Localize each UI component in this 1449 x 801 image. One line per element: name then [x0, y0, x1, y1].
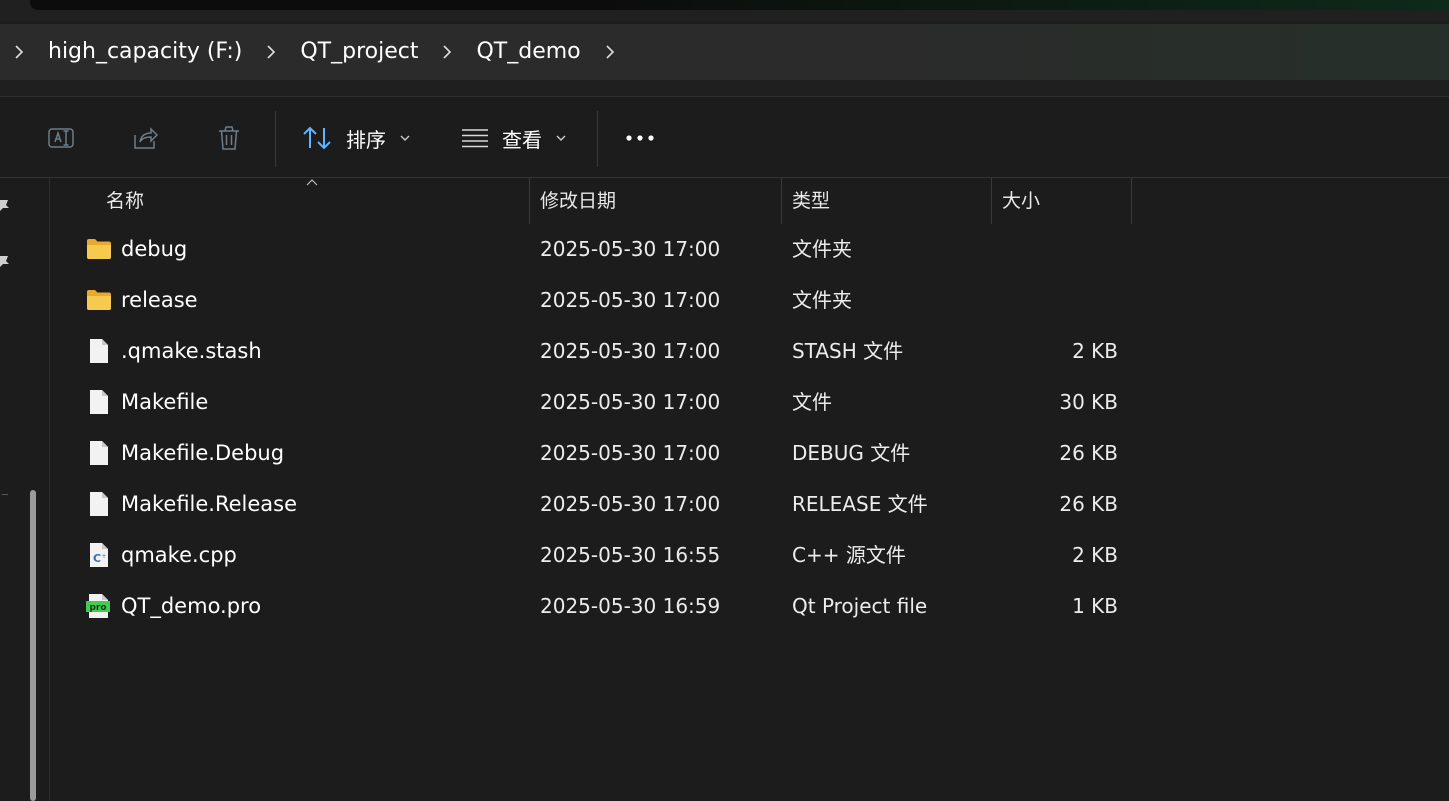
sort-label: 排序: [346, 127, 386, 152]
window-top-strip: [0, 0, 1449, 22]
file-modified: 2025-05-30 17:00: [540, 339, 721, 363]
file-size: 2 KB: [1072, 339, 1118, 363]
file-name: debug: [121, 237, 188, 261]
table-row[interactable]: Makefile.Release 2025-05-30 17:00 RELEAS…: [50, 479, 1160, 530]
view-list-icon: [462, 129, 488, 148]
file-size: [1000, 275, 1118, 326]
file-name: Makefile.Debug: [121, 441, 285, 465]
breadcrumb-item-qt-demo[interactable]: QT_demo: [466, 24, 590, 80]
toolbar-separator: [597, 111, 598, 167]
file-icon: [86, 389, 112, 415]
table-row[interactable]: Makefile.Debug 2025-05-30 17:00 DEBUG 文件…: [50, 428, 1160, 479]
column-header: 名称 修改日期 类型 大小: [50, 178, 1140, 224]
sort-icon: [303, 126, 331, 150]
file-type: STASH 文件: [792, 339, 904, 363]
file-icon: [86, 440, 112, 466]
pin-icon[interactable]: [0, 198, 14, 214]
column-type[interactable]: 类型: [782, 178, 991, 224]
file-modified: 2025-05-30 17:00: [540, 237, 721, 261]
folder-icon: [86, 236, 112, 262]
chevron-right-icon[interactable]: [0, 24, 38, 80]
column-modified[interactable]: 修改日期: [530, 178, 781, 224]
file-type: 文件夹: [792, 288, 852, 312]
chevron-down-icon: [400, 135, 410, 141]
file-size: [1000, 224, 1118, 275]
file-list: 名称 修改日期 类型 大小 debug 2025-05-30 17:00 文件夹: [50, 178, 1449, 801]
svg-text:+: +: [101, 553, 106, 560]
breadcrumb-item-qt-project[interactable]: QT_project: [290, 24, 428, 80]
breadcrumb: high_capacity (F:) QT_project QT_demo: [0, 24, 629, 80]
file-type: RELEASE 文件: [792, 492, 928, 516]
cpp-icon-text: C: [93, 552, 101, 565]
toolbar-separator: [275, 111, 276, 167]
file-modified: 2025-05-30 17:00: [540, 390, 721, 414]
view-label: 查看: [502, 127, 542, 152]
file-type: 文件: [792, 390, 832, 414]
pin-icon[interactable]: [0, 254, 14, 270]
file-size: 1 KB: [1072, 594, 1118, 618]
file-size: 2 KB: [1072, 543, 1118, 567]
file-modified: 2025-05-30 16:55: [540, 543, 721, 567]
table-row[interactable]: Makefile 2025-05-30 17:00 文件 30 KB: [50, 377, 1160, 428]
folder-icon: [86, 287, 112, 313]
file-size: 26 KB: [1059, 492, 1118, 516]
file-size: 30 KB: [1059, 390, 1118, 414]
rename-icon[interactable]: [44, 121, 78, 155]
file-type: Qt Project file: [792, 594, 928, 618]
breadcrumb-item-drive[interactable]: high_capacity (F:): [38, 24, 252, 80]
file-type: C++ 源文件: [792, 543, 906, 567]
navigation-pane: [0, 178, 50, 801]
column-name[interactable]: 名称: [96, 178, 529, 224]
file-icon: [86, 338, 112, 364]
pro-icon-text: pro: [89, 603, 106, 613]
sort-button[interactable]: 排序: [302, 117, 410, 159]
chevron-right-icon[interactable]: [428, 24, 466, 80]
file-name: Makefile: [121, 390, 209, 414]
tab-strip: [30, 0, 1449, 10]
column-size[interactable]: 大小: [992, 178, 1131, 224]
column-separator[interactable]: [1131, 178, 1132, 224]
cpp-file-icon: C +: [86, 542, 112, 568]
chevron-right-icon[interactable]: [591, 24, 629, 80]
navigation-scrollbar[interactable]: [30, 490, 36, 801]
divider: [2, 494, 8, 495]
file-icon: [86, 491, 112, 517]
address-toolbar-gap: [0, 80, 1449, 96]
chevron-down-icon: [556, 135, 566, 141]
table-row[interactable]: release 2025-05-30 17:00 文件夹: [50, 275, 1160, 326]
share-icon[interactable]: [128, 121, 162, 155]
file-name: Makefile.Release: [121, 492, 298, 516]
file-name: .qmake.stash: [121, 339, 262, 363]
file-name: QT_demo.pro: [121, 594, 262, 618]
address-bar[interactable]: high_capacity (F:) QT_project QT_demo: [0, 24, 1449, 80]
file-type: DEBUG 文件: [792, 441, 911, 465]
table-row[interactable]: C + qmake.cpp 2025-05-30 16:55 C++ 源文件 2…: [50, 530, 1160, 581]
file-modified: 2025-05-30 17:00: [540, 441, 721, 465]
file-name: release: [121, 288, 198, 312]
command-bar: 排序 查看: [0, 96, 1449, 178]
file-modified: 2025-05-30 17:00: [540, 492, 721, 516]
file-size: 26 KB: [1059, 441, 1118, 465]
table-row[interactable]: pro QT_demo.pro 2025-05-30 16:59 Qt Proj…: [50, 581, 1160, 632]
table-row[interactable]: .qmake.stash 2025-05-30 17:00 STASH 文件 2…: [50, 326, 1160, 377]
more-icon[interactable]: [623, 121, 657, 155]
table-row[interactable]: debug 2025-05-30 17:00 文件夹: [50, 224, 1160, 275]
chevron-right-icon[interactable]: [252, 24, 290, 80]
file-modified: 2025-05-30 16:59: [540, 594, 721, 618]
file-modified: 2025-05-30 17:00: [540, 288, 721, 312]
view-button[interactable]: 查看: [460, 117, 566, 159]
pro-file-icon: pro: [86, 593, 112, 619]
file-name: qmake.cpp: [121, 543, 237, 567]
delete-icon[interactable]: [212, 121, 246, 155]
file-type: 文件夹: [792, 237, 852, 261]
